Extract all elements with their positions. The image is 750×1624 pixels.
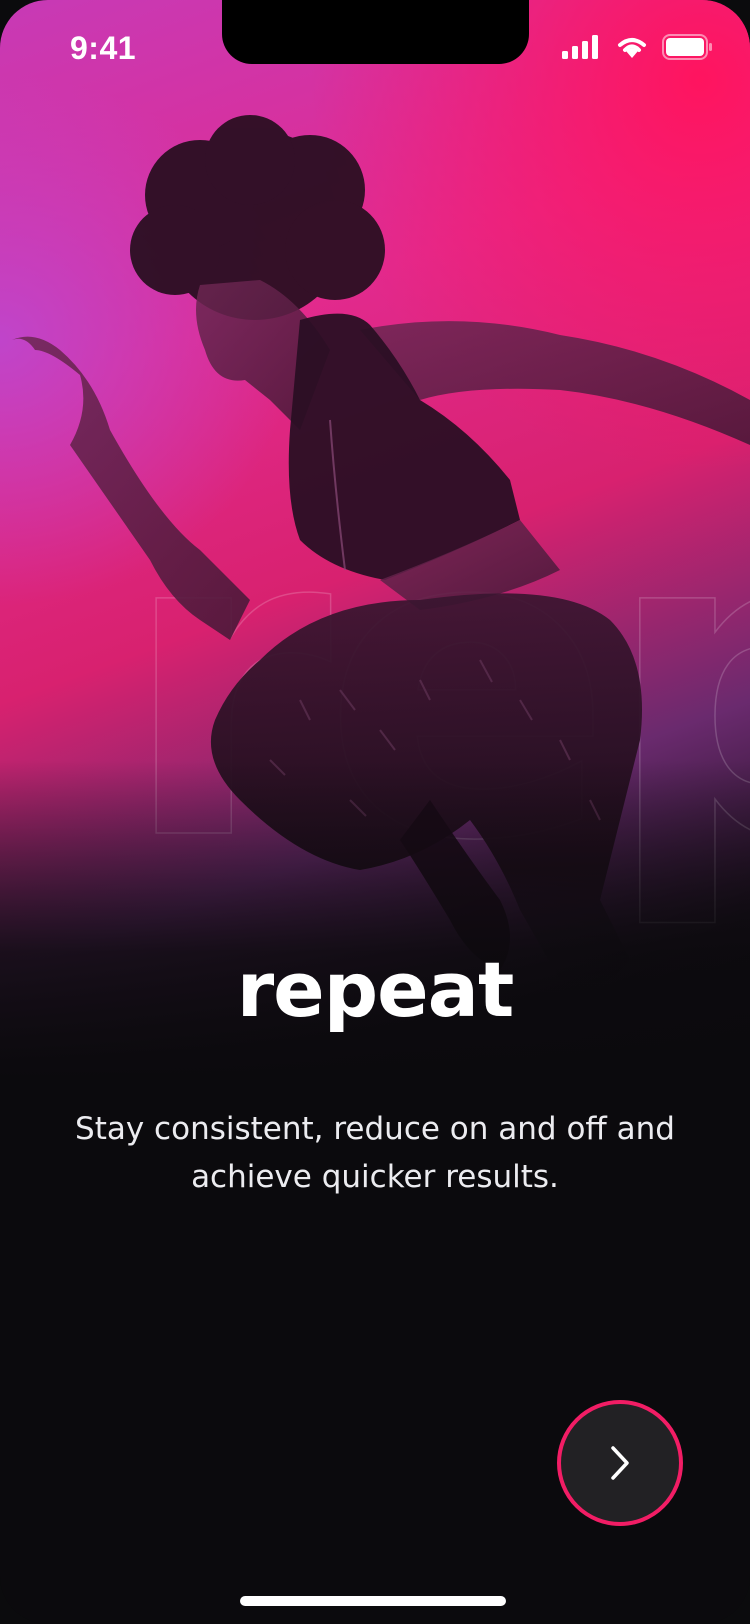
onboarding-screen: repeat xyxy=(0,0,750,1624)
status-icons xyxy=(562,34,714,60)
status-time: 9:41 xyxy=(70,30,137,66)
chevron-right-icon xyxy=(611,1446,629,1480)
battery-icon xyxy=(662,34,712,60)
device-notch xyxy=(222,0,529,64)
next-button[interactable] xyxy=(557,1400,683,1526)
onboarding-title: repeat xyxy=(236,945,515,1034)
home-indicator xyxy=(240,1596,506,1606)
cellular-signal-icon xyxy=(562,35,598,59)
onboarding-description: Stay consistent, reduce on and off and a… xyxy=(75,1111,675,1195)
wifi-icon xyxy=(618,38,646,58)
